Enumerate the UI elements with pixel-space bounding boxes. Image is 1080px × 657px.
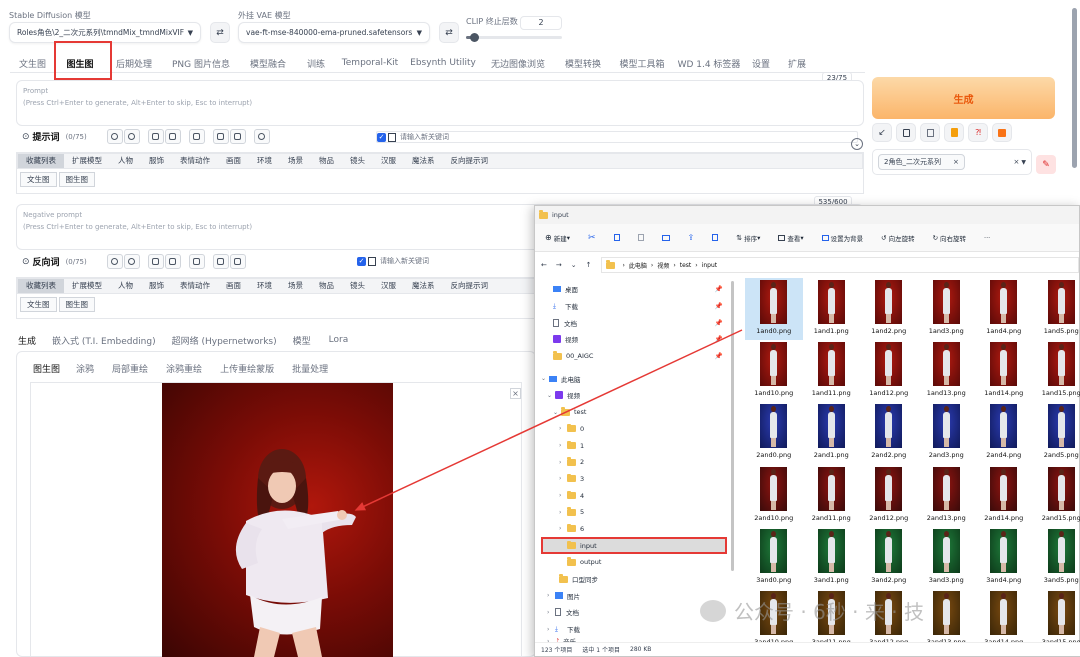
watermark-text: 公众号 · 6秒 · 来 · 技	[734, 600, 924, 624]
wechat-icon	[700, 599, 726, 622]
annotation-arrow	[354, 329, 743, 511]
watermark: 公众号 · 6秒 · 来 · 技	[700, 596, 924, 625]
